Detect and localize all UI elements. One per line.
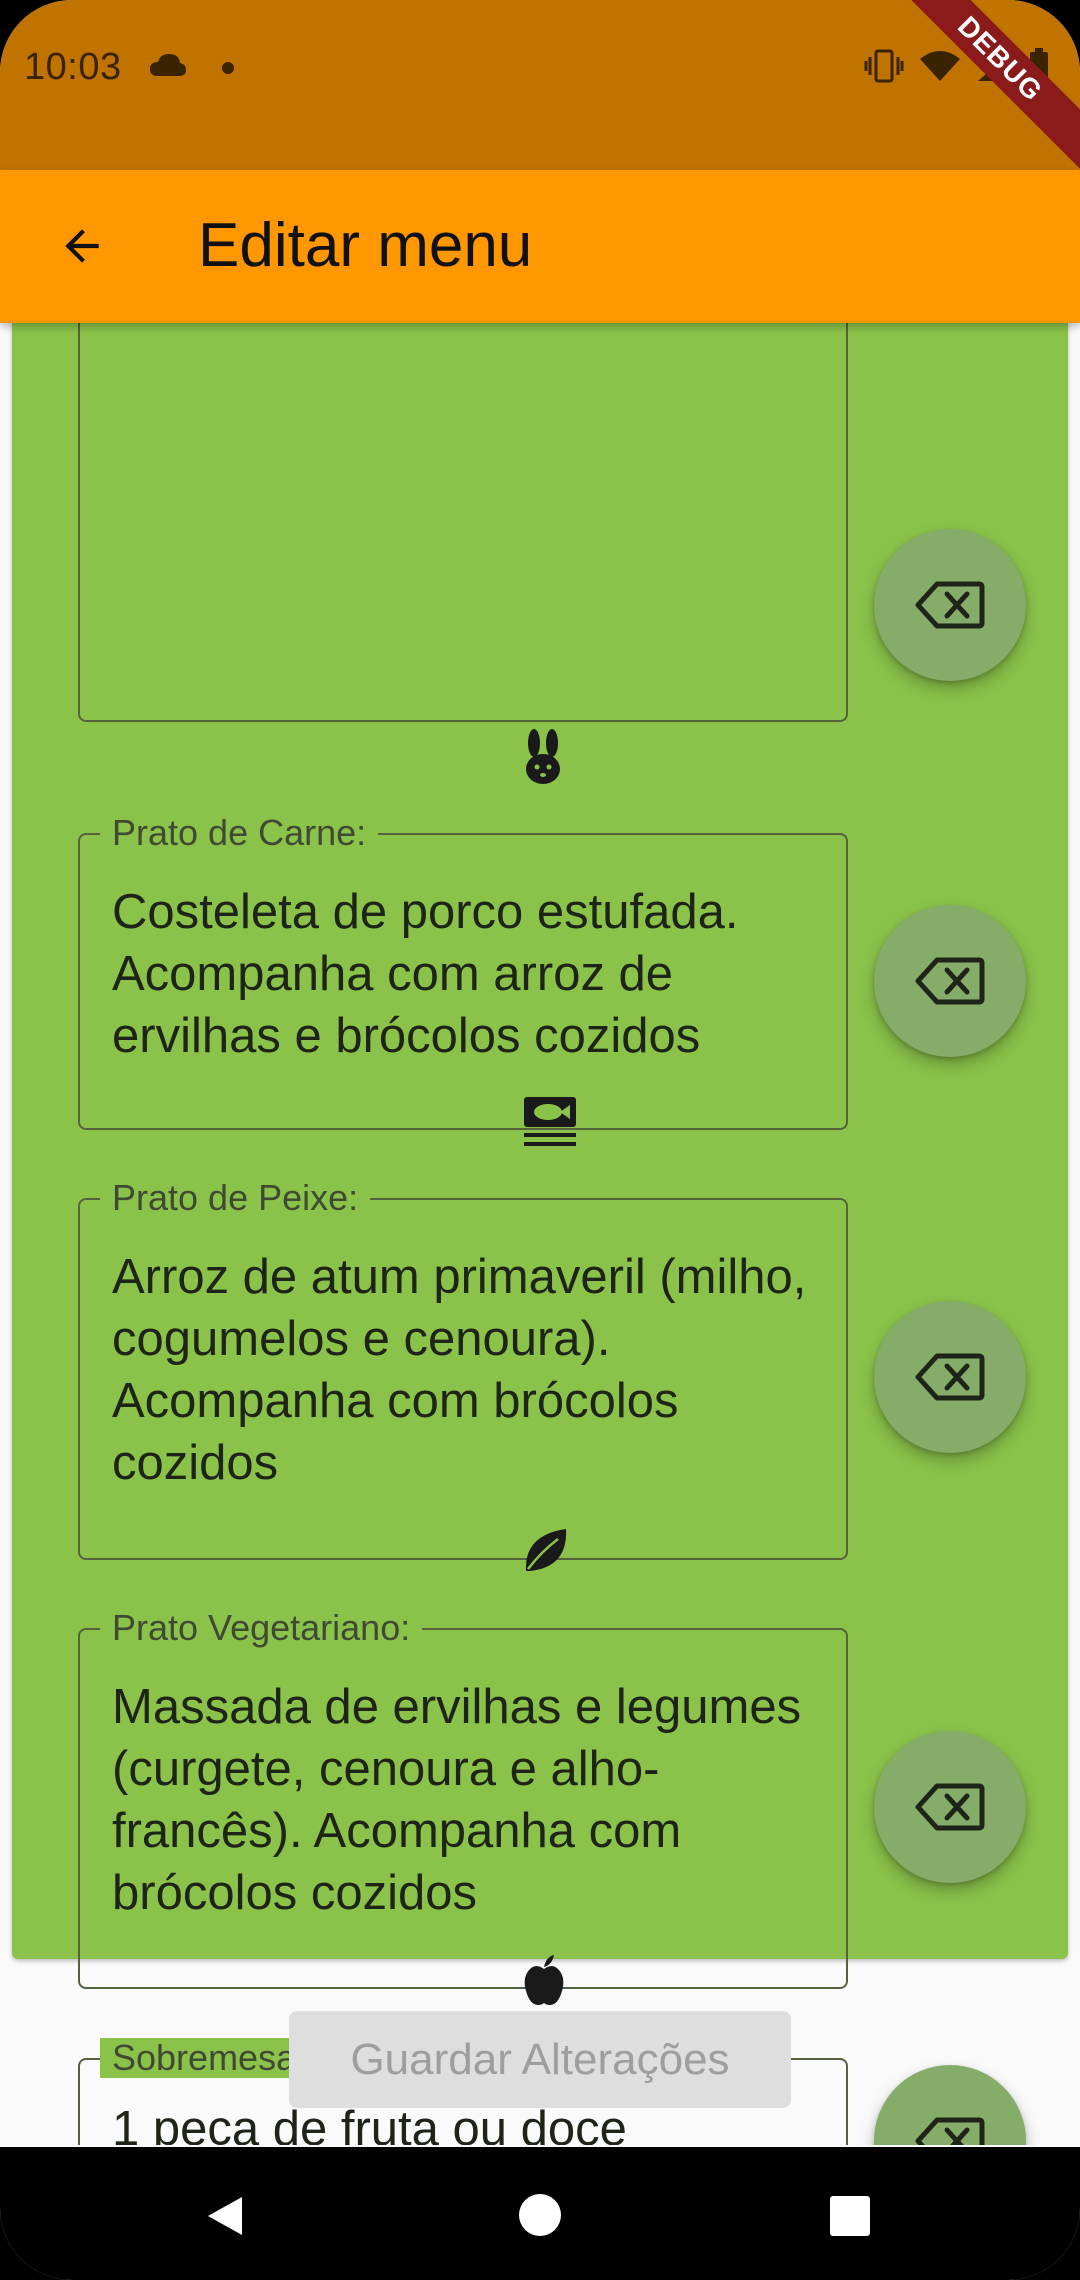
vegetarian-dish-field[interactable]: Prato Vegetariano: Massada de ervilhas e…: [78, 1608, 848, 1989]
save-changes-button[interactable]: Guardar Alterações: [289, 2011, 791, 2108]
field-value[interactable]: Massada de ervilhas e legumes (curgete, …: [112, 1676, 818, 1924]
back-button[interactable]: [40, 204, 124, 288]
nav-back-icon[interactable]: [202, 2193, 248, 2239]
menu-card: Prato de Carne: Costeleta de porco estuf…: [12, 323, 1068, 2145]
backspace-icon: [915, 2117, 985, 2145]
wifi-icon: [920, 51, 960, 81]
previous-field[interactable]: [78, 323, 848, 722]
nav-recents-icon[interactable]: [829, 2195, 871, 2237]
navigation-bar: [0, 2147, 1080, 2280]
fish-icon: [524, 1097, 576, 1146]
field-value[interactable]: Costeleta de porco estufada. Acompanha c…: [112, 881, 818, 1067]
field-label: Prato de Peixe:: [100, 1178, 371, 1218]
status-time: 10:03: [24, 46, 122, 88]
leaf-icon: [525, 1529, 567, 1571]
backspace-icon: [915, 581, 985, 629]
screen: 10:03 DEBUG Editar menu Prato de Carne: …: [0, 0, 1080, 2280]
delete-button[interactable]: [874, 2065, 1026, 2145]
delete-button[interactable]: [874, 905, 1026, 1057]
vibrate-icon: [864, 49, 904, 83]
delete-button[interactable]: [874, 529, 1026, 681]
rabbit-icon: [526, 729, 560, 784]
meat-dish-field[interactable]: Prato de Carne: Costeleta de porco estuf…: [78, 813, 848, 1130]
debug-ribbon: DEBUG: [879, 0, 1080, 180]
fish-dish-field[interactable]: Prato de Peixe: Arroz de atum primaveril…: [78, 1178, 848, 1560]
field-value[interactable]: Arroz de atum primaveril (milho, cogumel…: [112, 1246, 818, 1494]
field-label: Prato de Carne:: [100, 813, 379, 853]
cloud-icon: [150, 54, 186, 76]
menu-editor-list[interactable]: Prato de Carne: Costeleta de porco estuf…: [0, 323, 1080, 2145]
field-label: Prato Vegetariano:: [100, 1608, 423, 1648]
delete-button[interactable]: [874, 1301, 1026, 1453]
backspace-icon: [915, 1783, 985, 1831]
notification-dot: [222, 62, 234, 74]
status-bar: 10:03 DEBUG: [0, 0, 1080, 180]
delete-button[interactable]: [874, 1731, 1026, 1883]
nav-home-icon[interactable]: [518, 2193, 562, 2237]
arrow-back-icon: [65, 229, 99, 263]
page-title: Editar menu: [198, 211, 533, 280]
apple-icon: [524, 1955, 564, 2005]
backspace-icon: [915, 957, 985, 1005]
app-bar: Editar menu: [0, 170, 1080, 323]
field-label: Sobremesa:: [100, 2038, 319, 2078]
backspace-icon: [915, 1353, 985, 1401]
